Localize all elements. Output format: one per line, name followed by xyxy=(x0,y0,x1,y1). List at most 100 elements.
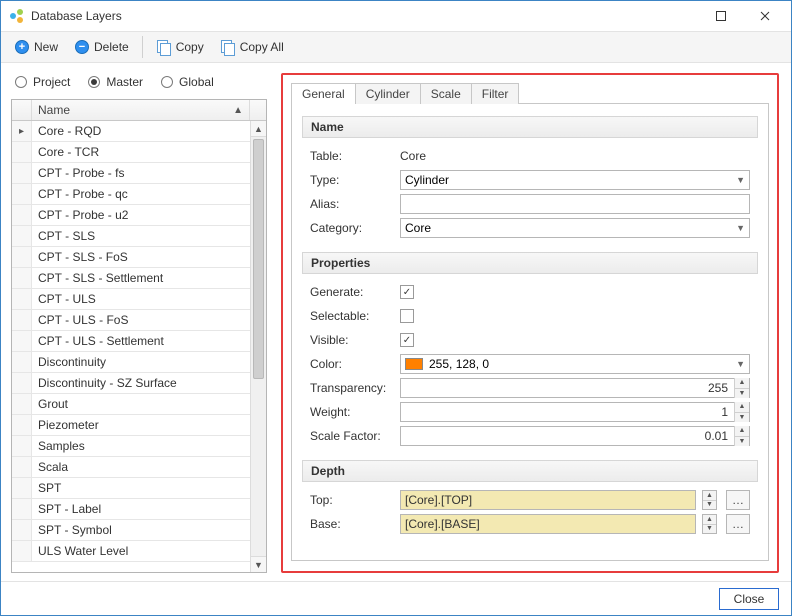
generate-checkbox[interactable]: ✓ xyxy=(400,285,414,299)
maximize-button[interactable] xyxy=(699,2,743,30)
base-expression[interactable]: [Core].[BASE] xyxy=(400,514,696,534)
copy-all-button[interactable]: Copy All xyxy=(213,36,291,58)
scroll-up-button[interactable]: ▲ xyxy=(251,121,266,137)
spin-up-icon[interactable]: ▲ xyxy=(703,515,716,525)
table-row[interactable]: Grout xyxy=(12,394,250,415)
tab-cylinder[interactable]: Cylinder xyxy=(355,83,421,104)
close-window-button[interactable] xyxy=(743,2,787,30)
row-header[interactable] xyxy=(12,205,32,225)
row-header[interactable] xyxy=(12,478,32,498)
table-row[interactable]: Discontinuity xyxy=(12,352,250,373)
table-row[interactable]: CPT - Probe - fs xyxy=(12,163,250,184)
scalefactor-input[interactable]: 0.01▲▼ xyxy=(400,426,750,446)
spin-up-icon[interactable]: ▲ xyxy=(735,378,749,389)
alias-input[interactable] xyxy=(400,194,750,214)
weight-input[interactable]: 1▲▼ xyxy=(400,402,750,422)
spin-up-icon[interactable]: ▲ xyxy=(735,402,749,413)
table-row[interactable]: Samples xyxy=(12,436,250,457)
selectable-checkbox[interactable] xyxy=(400,309,414,323)
copy-button[interactable]: Copy xyxy=(149,36,211,58)
row-header[interactable] xyxy=(12,436,32,456)
spin-up-icon[interactable]: ▲ xyxy=(703,491,716,501)
color-combo[interactable]: 255, 128, 0 ▼ xyxy=(400,354,750,374)
top-expression[interactable]: [Core].[TOP] xyxy=(400,490,696,510)
tab-general[interactable]: General xyxy=(291,83,356,104)
table-row[interactable]: CPT - SLS - FoS xyxy=(12,247,250,268)
table-row[interactable]: SPT - Label xyxy=(12,499,250,520)
visible-checkbox[interactable]: ✓ xyxy=(400,333,414,347)
delete-button[interactable]: − Delete xyxy=(67,36,136,58)
type-combo[interactable]: Cylinder▼ xyxy=(400,170,750,190)
table-row[interactable]: CPT - ULS - FoS xyxy=(12,310,250,331)
scalefactor-value: 0.01 xyxy=(401,429,734,443)
new-button[interactable]: + New xyxy=(7,36,65,58)
row-header[interactable] xyxy=(12,373,32,393)
row-header[interactable] xyxy=(12,541,32,561)
row-header[interactable] xyxy=(12,142,32,162)
radio-project-label: Project xyxy=(33,75,70,89)
spin-up-icon[interactable]: ▲ xyxy=(735,426,749,437)
table-row[interactable]: Scala xyxy=(12,457,250,478)
transparency-spinner[interactable]: ▲▼ xyxy=(734,378,749,398)
row-name-cell: SPT xyxy=(32,478,250,498)
row-header[interactable] xyxy=(12,499,32,519)
table-row[interactable]: CPT - ULS - Settlement xyxy=(12,331,250,352)
spin-down-icon[interactable]: ▼ xyxy=(735,437,749,447)
vertical-scrollbar[interactable]: ▲ ▼ xyxy=(250,121,266,572)
row-header[interactable] xyxy=(12,310,32,330)
row-header[interactable] xyxy=(12,163,32,183)
row-header[interactable] xyxy=(12,415,32,435)
table-row[interactable]: CPT - Probe - qc xyxy=(12,184,250,205)
row-header[interactable] xyxy=(12,331,32,351)
weight-spinner[interactable]: ▲▼ xyxy=(734,402,749,422)
row-header[interactable] xyxy=(12,247,32,267)
row-header[interactable] xyxy=(12,289,32,309)
transparency-input[interactable]: 255▲▼ xyxy=(400,378,750,398)
tab-scale[interactable]: Scale xyxy=(420,83,472,104)
chevron-down-icon: ▼ xyxy=(736,223,745,233)
category-combo[interactable]: Core▼ xyxy=(400,218,750,238)
table-row[interactable]: SPT xyxy=(12,478,250,499)
table-row[interactable]: ULS Water Level xyxy=(12,541,250,562)
row-header[interactable] xyxy=(12,520,32,540)
tab-filter[interactable]: Filter xyxy=(471,83,520,104)
table-row[interactable]: SPT - Symbol xyxy=(12,520,250,541)
radio-global[interactable]: Global xyxy=(161,75,214,89)
radio-master[interactable]: Master xyxy=(88,75,143,89)
spin-down-icon[interactable]: ▼ xyxy=(735,389,749,399)
table-row[interactable]: CPT - ULS xyxy=(12,289,250,310)
spin-down-icon[interactable]: ▼ xyxy=(703,501,716,510)
base-spinner[interactable]: ▲▼ xyxy=(702,514,717,534)
row-header[interactable] xyxy=(12,394,32,414)
scroll-thumb[interactable] xyxy=(253,139,264,379)
row-header[interactable] xyxy=(12,457,32,477)
table-row[interactable]: Discontinuity - SZ Surface xyxy=(12,373,250,394)
top-browse-button[interactable]: … xyxy=(726,490,750,510)
grid-header-selector[interactable] xyxy=(12,100,32,120)
top-spinner[interactable]: ▲▼ xyxy=(702,490,717,510)
table-row[interactable]: Piezometer xyxy=(12,415,250,436)
highlighted-region: General Cylinder Scale Filter Name Table… xyxy=(281,73,779,573)
base-browse-button[interactable]: … xyxy=(726,514,750,534)
tab-general-label: General xyxy=(302,87,345,101)
row-header[interactable] xyxy=(12,352,32,372)
table-row[interactable]: Core - TCR xyxy=(12,142,250,163)
grid-header-name[interactable]: Name ▲ xyxy=(32,100,250,120)
close-button[interactable]: Close xyxy=(719,588,779,610)
table-row[interactable]: CPT - SLS xyxy=(12,226,250,247)
scroll-down-button[interactable]: ▼ xyxy=(251,556,266,572)
row-name-cell: Core - RQD xyxy=(32,121,250,141)
scalefactor-spinner[interactable]: ▲▼ xyxy=(734,426,749,446)
row-name-cell: Discontinuity xyxy=(32,352,250,372)
row-header[interactable] xyxy=(12,184,32,204)
row-header[interactable]: ▸ xyxy=(12,121,32,141)
table-row[interactable]: CPT - SLS - Settlement xyxy=(12,268,250,289)
spin-down-icon[interactable]: ▼ xyxy=(703,525,716,534)
radio-project[interactable]: Project xyxy=(15,75,70,89)
table-row[interactable]: CPT - Probe - u2 xyxy=(12,205,250,226)
scroll-track[interactable] xyxy=(251,137,266,556)
table-row[interactable]: ▸Core - RQD xyxy=(12,121,250,142)
row-header[interactable] xyxy=(12,268,32,288)
spin-down-icon[interactable]: ▼ xyxy=(735,413,749,423)
row-header[interactable] xyxy=(12,226,32,246)
